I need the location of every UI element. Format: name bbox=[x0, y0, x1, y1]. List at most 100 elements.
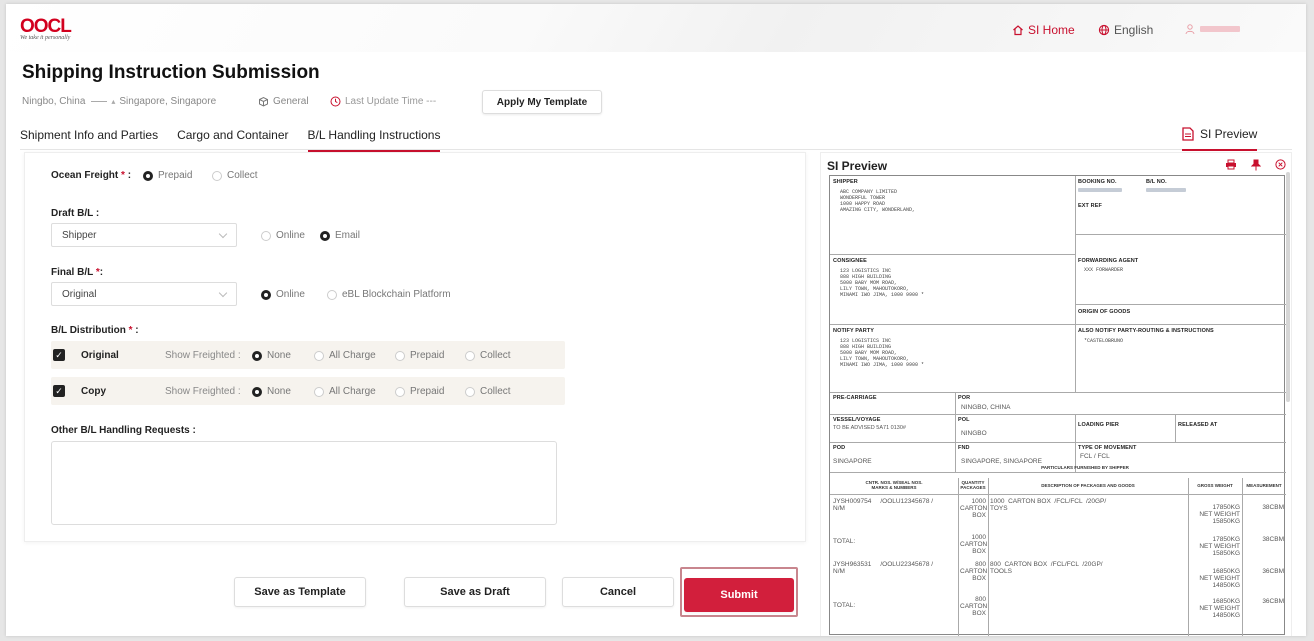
radio-dot bbox=[327, 289, 337, 300]
last-update-label: Last Update Time --- bbox=[345, 96, 437, 107]
cargo-marks: JYSH009754 /OOLU12345678 / N/M bbox=[833, 498, 934, 512]
draft-bl-label: Draft B/L : bbox=[51, 208, 100, 219]
ext-ref-label: EXT REF bbox=[1078, 203, 1102, 209]
radio-label: Online bbox=[276, 230, 305, 241]
grid-line bbox=[1242, 478, 1243, 636]
movement-label: TYPE OF MOVEMENT bbox=[1078, 445, 1137, 451]
grid-line bbox=[988, 478, 989, 636]
origin-goods-label: ORIGIN OF GOODS bbox=[1078, 309, 1131, 315]
copy-checkbox[interactable]: ✓ bbox=[53, 385, 65, 397]
original-prepaid-radio[interactable]: Prepaid bbox=[395, 350, 444, 361]
si-home-link[interactable]: SI Home bbox=[1012, 23, 1075, 37]
vessel-label: VESSEL/VOYAGE bbox=[833, 417, 881, 423]
copy-allcharge-radio[interactable]: All Charge bbox=[314, 386, 376, 397]
top-bar: OOCL We take it personally SI Home Engli… bbox=[6, 4, 1306, 52]
radio-label: Email bbox=[335, 230, 361, 241]
copy-prepaid-radio[interactable]: Prepaid bbox=[395, 386, 444, 397]
si-preview-toggle[interactable]: SI Preview bbox=[1182, 127, 1258, 151]
cargo-meas: 38CBM bbox=[1262, 504, 1284, 511]
close-icon[interactable] bbox=[1275, 159, 1286, 173]
globe-icon bbox=[1098, 24, 1110, 36]
cargo-type: General bbox=[258, 96, 309, 107]
released-at-label: RELEASED AT bbox=[1178, 422, 1218, 428]
pod-label: POD bbox=[833, 445, 846, 451]
print-icon[interactable] bbox=[1225, 159, 1237, 173]
radio-dot bbox=[252, 350, 262, 361]
grid-line bbox=[1075, 176, 1076, 392]
radio-label: eBL Blockchain Platform bbox=[342, 289, 451, 300]
radio-dot bbox=[261, 289, 271, 300]
final-bl-ebl-radio[interactable]: eBL Blockchain Platform bbox=[327, 289, 451, 300]
grid-line bbox=[830, 392, 1286, 393]
apply-template-button[interactable]: Apply My Template bbox=[482, 90, 602, 114]
pin-icon[interactable] bbox=[1250, 159, 1262, 174]
cargo-total-label: TOTAL: bbox=[833, 602, 856, 609]
col-gross-header: GROSS WEIGHT bbox=[1197, 483, 1233, 488]
final-bl-select[interactable]: Original bbox=[51, 282, 237, 306]
original-none-radio[interactable]: None bbox=[252, 350, 291, 361]
copy-collect-radio[interactable]: Collect bbox=[465, 386, 511, 397]
original-checkbox[interactable]: ✓ bbox=[53, 349, 65, 361]
also-notify-label: ALSO NOTIFY PARTY-ROUTING & INSTRUCTIONS bbox=[1078, 328, 1214, 334]
language-selector[interactable]: English bbox=[1098, 23, 1153, 37]
ocean-freight-prepaid-radio[interactable]: Prepaid bbox=[143, 170, 192, 181]
si-preview-tab-label: SI Preview bbox=[1200, 127, 1258, 141]
original-collect-radio[interactable]: Collect bbox=[465, 350, 511, 361]
document-icon bbox=[1182, 127, 1194, 141]
si-home-label: SI Home bbox=[1028, 23, 1075, 37]
pol-value: NINGBO bbox=[961, 430, 987, 437]
si-preview-title: SI Preview bbox=[827, 159, 888, 173]
radio-label: All Charge bbox=[329, 350, 376, 361]
radio-label: Online bbox=[276, 289, 305, 300]
radio-label: Prepaid bbox=[410, 386, 445, 397]
radio-label: Prepaid bbox=[410, 350, 445, 361]
other-requests-label: Other B/L Handling Requests : bbox=[51, 425, 196, 436]
grid-line bbox=[1075, 414, 1076, 472]
save-as-template-button[interactable]: Save as Template bbox=[234, 577, 366, 607]
cargo-gross: 17850KG NET WEIGHT 15850KG bbox=[1199, 536, 1240, 557]
page: OOCL We take it personally SI Home Engli… bbox=[6, 4, 1306, 636]
show-freighted-label: Show Freighted : bbox=[165, 386, 241, 397]
ocean-freight-collect-radio[interactable]: Collect bbox=[212, 170, 258, 181]
chevron-down-icon bbox=[218, 229, 228, 239]
copy-none-radio[interactable]: None bbox=[252, 386, 291, 397]
also-notify-text: *CASTELOBRUNO bbox=[1084, 338, 1124, 344]
draft-bl-select[interactable]: Shipper bbox=[51, 223, 237, 247]
grid-line bbox=[1075, 304, 1286, 305]
final-bl-online-radio[interactable]: Online bbox=[261, 289, 305, 300]
route-arrow-head: ▴ bbox=[111, 97, 116, 106]
draft-bl-value: Shipper bbox=[62, 230, 97, 241]
radio-dot bbox=[314, 386, 324, 397]
cargo-gross: 16850KG NET WEIGHT 14850KG bbox=[1199, 568, 1240, 589]
brand-tagline: We take it personally bbox=[20, 35, 71, 41]
fnd-value: SINGAPORE, SINGAPORE bbox=[961, 458, 1042, 465]
radio-label: None bbox=[267, 386, 291, 397]
distribution-name: Copy bbox=[81, 386, 106, 397]
grid-line bbox=[830, 254, 1075, 255]
grid-line bbox=[830, 472, 1286, 473]
bl-distribution-label: B/L Distribution * : bbox=[51, 325, 139, 336]
original-allcharge-radio[interactable]: All Charge bbox=[314, 350, 376, 361]
cargo-qty: 800 CARTON BOX bbox=[960, 561, 988, 582]
draft-bl-email-radio[interactable]: Email bbox=[320, 230, 360, 241]
radio-dot bbox=[143, 170, 153, 181]
particulars-label: PARTICULARS FURNISHED BY SHIPPER bbox=[1041, 465, 1129, 470]
other-requests-textarea[interactable] bbox=[51, 441, 557, 525]
preview-scrollbar[interactable] bbox=[1286, 172, 1290, 402]
bl-handling-form: Ocean Freight * : Prepaid Collect Draft … bbox=[24, 152, 806, 542]
save-as-draft-button[interactable]: Save as Draft bbox=[404, 577, 546, 607]
notify-party-text: 123 LOGISTICS INC 888 HIGH BUILDING 5000… bbox=[840, 338, 925, 368]
movement-value: FCL / FCL bbox=[1080, 453, 1110, 460]
clock-icon bbox=[330, 96, 341, 107]
cargo-gross: 16850KG NET WEIGHT 14850KG bbox=[1199, 598, 1240, 619]
cancel-button[interactable]: Cancel bbox=[562, 577, 674, 607]
submit-button[interactable]: Submit bbox=[684, 578, 794, 612]
user-menu[interactable] bbox=[1184, 23, 1240, 35]
shipper-label: SHIPPER bbox=[833, 179, 858, 185]
draft-bl-online-radio[interactable]: Online bbox=[261, 230, 305, 241]
final-bl-value: Original bbox=[62, 289, 97, 300]
radio-dot bbox=[465, 386, 475, 397]
cargo-qty: 1000 CARTON BOX bbox=[960, 498, 988, 519]
user-icon bbox=[1185, 24, 1195, 35]
show-freighted-label: Show Freighted : bbox=[165, 350, 241, 361]
